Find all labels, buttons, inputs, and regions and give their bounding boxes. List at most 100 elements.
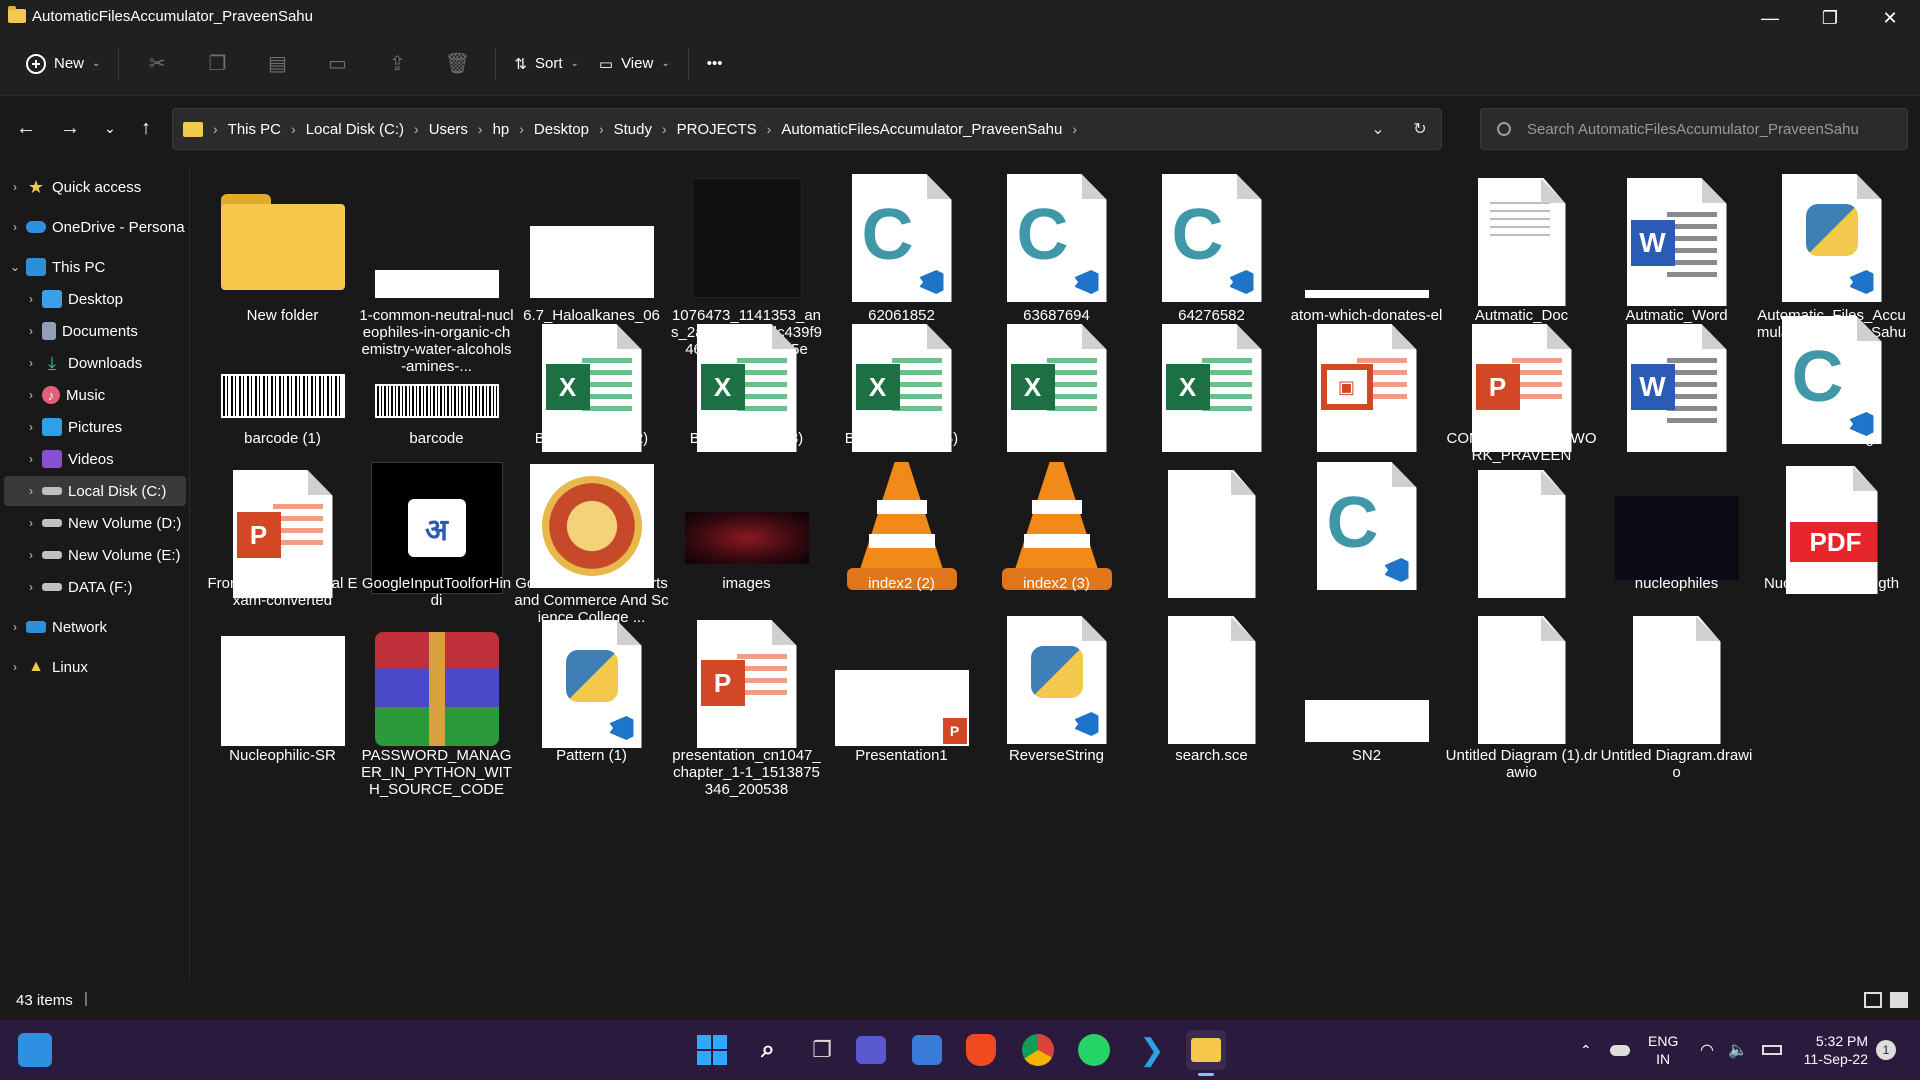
sort-button[interactable]: ⇅ Sort ⌄ xyxy=(504,44,588,84)
file-item[interactable]: W Autmatic_Word xyxy=(1599,168,1754,324)
sidebar-item-desktop[interactable]: › Desktop xyxy=(20,284,186,314)
chevron-right-icon[interactable]: › xyxy=(20,292,42,306)
whatsapp-icon[interactable] xyxy=(1078,1034,1110,1066)
breadcrumb-current-folder[interactable]: AutomaticFilesAccumulator_PraveenSahu xyxy=(781,121,1062,138)
breadcrumb-local-disk[interactable]: Local Disk (C:) xyxy=(306,121,404,138)
address-bar[interactable]: › This PC › Local Disk (C:) › Users › hp… xyxy=(172,108,1442,150)
file-item[interactable]: X Book1 - Copy (4) xyxy=(824,324,979,468)
breadcrumb-users[interactable]: Users xyxy=(429,121,468,138)
recent-locations-chevron-icon[interactable]: ⌄ xyxy=(90,108,130,148)
breadcrumb-projects[interactable]: PROJECTS xyxy=(677,121,757,138)
paste-icon[interactable]: ▤ xyxy=(257,44,297,84)
file-item[interactable]: ▣ Chapter15 xyxy=(1289,324,1444,468)
breadcrumb-desktop[interactable]: Desktop xyxy=(534,121,589,138)
onedrive-cloud-icon[interactable] xyxy=(1609,1044,1630,1056)
chevron-right-icon[interactable]: › xyxy=(478,121,483,137)
file-item[interactable]: Pattern (1) xyxy=(514,620,669,764)
file-item[interactable]: W Doc3 xyxy=(1599,324,1754,468)
search-input[interactable]: Search AutomaticFilesAccumulator_Praveen… xyxy=(1480,108,1908,150)
chevron-right-icon[interactable]: › xyxy=(4,180,26,194)
quick-settings[interactable]: ◠ 🔈 xyxy=(1700,1020,1782,1080)
chevron-right-icon[interactable]: › xyxy=(291,121,296,137)
chevron-right-icon[interactable]: › xyxy=(20,324,42,338)
file-item[interactable]: Autmatic_Doc xyxy=(1444,168,1599,324)
chevron-right-icon[interactable]: › xyxy=(599,121,604,137)
up-arrow-icon[interactable]: ↑ xyxy=(126,108,166,148)
view-button[interactable]: ▭ View ⌄ xyxy=(589,44,680,84)
file-item[interactable]: ReverseString xyxy=(979,616,1134,764)
file-item[interactable]: search.sce xyxy=(1134,616,1289,764)
sidebar-item-new-volume-d[interactable]: › New Volume (D:) xyxy=(20,508,186,538)
file-item[interactable]: C File handling xyxy=(1754,316,1909,468)
notification-center[interactable]: 1 xyxy=(1876,1020,1896,1080)
chevron-right-icon[interactable]: › xyxy=(519,121,524,137)
file-explorer-icon[interactable] xyxy=(1186,1030,1226,1076)
chevron-right-icon[interactable]: › xyxy=(20,452,42,466)
chevron-right-icon[interactable]: › xyxy=(20,548,42,562)
delete-icon[interactable]: 🗑 xyxy=(437,44,477,84)
sidebar-item-music[interactable]: › ♪ Music xyxy=(20,380,186,410)
file-item[interactable]: Automatic_Files_Accumulator_PraveenSahu xyxy=(1754,168,1909,341)
file-item[interactable]: LAST.drawio xyxy=(1134,460,1289,598)
file-item[interactable]: P presentation_cn1047_chapter_1-1_151387… xyxy=(669,620,824,798)
clock[interactable]: 5:32 PM 11-Sep-22 xyxy=(1796,1020,1868,1080)
sidebar-item-quick-access[interactable]: › ★ Quick access xyxy=(4,172,186,202)
chevron-right-icon[interactable]: › xyxy=(20,516,42,530)
chevron-up-icon[interactable]: ⌃ xyxy=(1580,1042,1592,1059)
sidebar-item-this-pc[interactable]: ⌄ This PC xyxy=(4,252,186,282)
file-item[interactable]: C main xyxy=(1289,460,1444,592)
large-icons-view-icon[interactable] xyxy=(1890,992,1908,1008)
start-icon[interactable] xyxy=(692,1030,732,1070)
breadcrumb-study[interactable]: Study xyxy=(614,121,652,138)
widgets-icon[interactable] xyxy=(18,1033,52,1067)
restore-button[interactable]: ❐ xyxy=(1800,0,1860,36)
file-item[interactable]: X Book1 - Copy xyxy=(979,324,1134,468)
breadcrumb-hp[interactable]: hp xyxy=(493,121,510,138)
chevron-down-icon[interactable]: ⌄ xyxy=(4,260,26,274)
chevron-right-icon[interactable]: › xyxy=(767,121,772,137)
file-item[interactable]: X Book1 xyxy=(1134,324,1289,468)
chevron-right-icon[interactable]: › xyxy=(20,484,42,498)
search-icon[interactable]: ⌕ xyxy=(748,1030,788,1070)
chevron-down-icon[interactable]: ⌄ xyxy=(1357,109,1399,149)
sidebar-item-videos[interactable]: › Videos xyxy=(20,444,186,474)
chevron-right-icon[interactable]: › xyxy=(662,121,667,137)
vscode-icon[interactable]: ❯ xyxy=(1132,1030,1172,1070)
file-item[interactable]: PDF NucleophileStrength xyxy=(1754,460,1909,594)
chevron-right-icon[interactable]: › xyxy=(4,220,26,234)
close-button[interactable]: ✕ xyxy=(1860,0,1920,36)
language-indicator[interactable]: ENG IN xyxy=(1648,1020,1678,1080)
sidebar-item-data-f[interactable]: › DATA (F:) xyxy=(20,572,186,602)
file-item[interactable]: P COMPUTER_NETWORK_PRAVEEN xyxy=(1444,324,1599,468)
more-options-button[interactable]: ••• xyxy=(697,44,733,84)
chrome-icon[interactable] xyxy=(1022,1034,1054,1066)
task-view-icon[interactable]: ❐ xyxy=(802,1030,842,1070)
chevron-right-icon[interactable]: › xyxy=(20,580,42,594)
forward-arrow-icon[interactable]: → xyxy=(50,108,90,148)
copy-icon[interactable]: ❐ xyxy=(197,44,237,84)
file-item[interactable]: P Front Page Practical Exam-converted xyxy=(205,460,360,609)
cut-icon[interactable]: ✂ xyxy=(137,44,177,84)
file-item[interactable]: C 64276582 xyxy=(1134,168,1289,324)
refresh-icon[interactable]: ↻ xyxy=(1399,109,1441,149)
file-item[interactable]: X Book1 - Copy (3) xyxy=(669,324,824,468)
new-button[interactable]: New ⌄ xyxy=(16,44,110,84)
details-view-icon[interactable] xyxy=(1864,992,1882,1008)
share-icon[interactable]: ⇪ xyxy=(377,44,417,84)
chevron-right-icon[interactable]: › xyxy=(20,356,42,370)
minimize-button[interactable]: — xyxy=(1740,0,1800,36)
chevron-right-icon[interactable]: › xyxy=(20,388,42,402)
sidebar-item-downloads[interactable]: › ⤓ Downloads xyxy=(20,348,186,378)
breadcrumb-this-pc[interactable]: This PC xyxy=(228,121,281,138)
file-item[interactable]: X Book1 - Copy (2) xyxy=(514,324,669,468)
chevron-right-icon[interactable]: › xyxy=(4,660,26,674)
sidebar-item-linux[interactable]: › ▲ Linux xyxy=(4,652,186,682)
file-item[interactable]: New folder xyxy=(205,168,360,324)
store-icon[interactable] xyxy=(912,1035,942,1065)
sidebar-item-documents[interactable]: › Documents xyxy=(20,316,186,346)
chevron-right-icon[interactable]: › xyxy=(4,620,26,634)
chevron-right-icon[interactable]: › xyxy=(20,420,42,434)
file-item[interactable]: index2 (3) xyxy=(979,460,1134,592)
chevron-right-icon[interactable]: › xyxy=(414,121,419,137)
sidebar-item-network[interactable]: › Network xyxy=(4,612,186,642)
